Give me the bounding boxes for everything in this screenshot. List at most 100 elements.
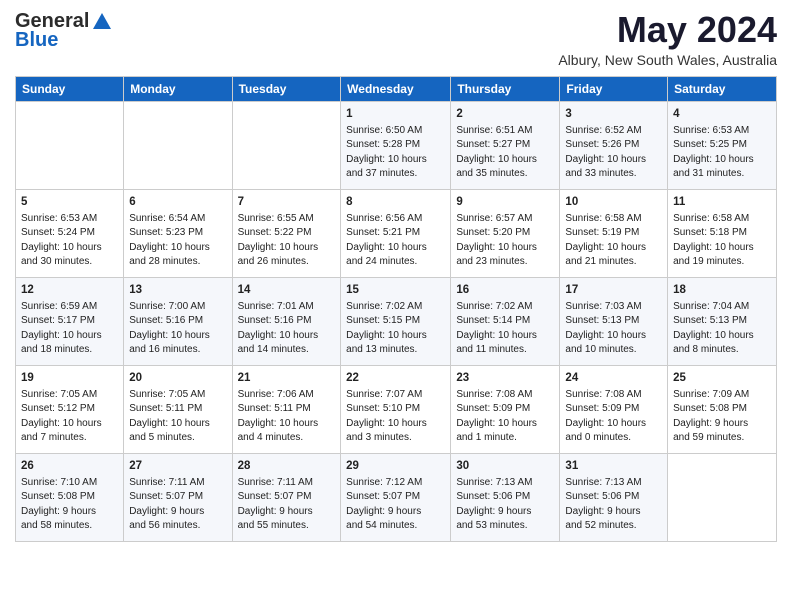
day-number: 9 bbox=[456, 194, 554, 210]
day-info: Sunrise: 7:01 AMSunset: 5:16 PMDaylight:… bbox=[238, 300, 336, 358]
day-info: Sunrise: 6:57 AMSunset: 5:20 PMDaylight:… bbox=[456, 212, 554, 270]
day-number: 10 bbox=[565, 194, 662, 210]
day-info: Sunrise: 7:13 AMSunset: 5:06 PMDaylight:… bbox=[456, 476, 554, 534]
day-info: Sunrise: 6:54 AMSunset: 5:23 PMDaylight:… bbox=[129, 212, 226, 270]
calendar-cell: 17 Sunrise: 7:03 AMSunset: 5:13 PMDayligh… bbox=[560, 277, 668, 365]
calendar-cell: 13Sunrise: 7:00 AMSunset: 5:16 PMDayligh… bbox=[124, 277, 232, 365]
day-number: 24 bbox=[565, 370, 662, 386]
day-number: 14 bbox=[238, 282, 336, 298]
day-number: 1 bbox=[346, 106, 445, 122]
day-number: 23 bbox=[456, 370, 554, 386]
day-info: Sunrise: 7:00 AMSunset: 5:16 PMDaylight:… bbox=[129, 300, 226, 358]
weekday-header-thursday: Thursday bbox=[451, 76, 560, 101]
day-number: 7 bbox=[238, 194, 336, 210]
calendar-table: SundayMondayTuesdayWednesdayThursdayFrid… bbox=[15, 76, 777, 542]
day-info: Sunrise: 7:11 AMSunset: 5:07 PMDaylight:… bbox=[129, 476, 226, 534]
calendar-week-row: 26 Sunrise: 7:10 AMSunset: 5:08 PMDayligh… bbox=[16, 453, 777, 541]
calendar-cell bbox=[232, 101, 341, 189]
calendar-cell: 21Sunrise: 7:06 AMSunset: 5:11 PMDayligh… bbox=[232, 365, 341, 453]
day-info: Sunrise: 6:56 AMSunset: 5:21 PMDaylight:… bbox=[346, 212, 445, 270]
day-info: Sunrise: 7:11 AMSunset: 5:07 PMDaylight:… bbox=[238, 476, 336, 534]
day-info: Sunrise: 6:53 AMSunset: 5:25 PMDaylight:… bbox=[673, 124, 771, 182]
day-info: Sunrise: 6:58 AMSunset: 5:19 PMDaylight:… bbox=[565, 212, 662, 270]
calendar-cell: 2Sunrise: 6:51 AMSunset: 5:27 PMDaylight… bbox=[451, 101, 560, 189]
calendar-cell: 12 Sunrise: 6:59 AMSunset: 5:17 PMDayligh… bbox=[16, 277, 124, 365]
calendar-cell: 20 Sunrise: 7:05 AMSunset: 5:11 PMDayligh… bbox=[124, 365, 232, 453]
calendar-cell: 16 Sunrise: 7:02 AMSunset: 5:14 PMDayligh… bbox=[451, 277, 560, 365]
calendar-week-row: 1 Sunrise: 6:50 AMSunset: 5:28 PMDaylight… bbox=[16, 101, 777, 189]
weekday-header-saturday: Saturday bbox=[668, 76, 777, 101]
calendar-cell: 31Sunrise: 7:13 AMSunset: 5:06 PMDayligh… bbox=[560, 453, 668, 541]
day-info: Sunrise: 6:51 AMSunset: 5:27 PMDaylight:… bbox=[456, 124, 554, 182]
calendar-cell: 28 Sunrise: 7:11 AMSunset: 5:07 PMDayligh… bbox=[232, 453, 341, 541]
day-number: 30 bbox=[456, 458, 554, 474]
title-area: May 2024 Albury, New South Wales, Austra… bbox=[558, 10, 777, 68]
day-info: Sunrise: 6:59 AMSunset: 5:17 PMDaylight:… bbox=[21, 300, 118, 358]
calendar-cell: 6Sunrise: 6:54 AMSunset: 5:23 PMDaylight… bbox=[124, 189, 232, 277]
day-info: Sunrise: 6:52 AMSunset: 5:26 PMDaylight:… bbox=[565, 124, 662, 182]
logo-icon bbox=[91, 11, 113, 33]
day-info: Sunrise: 7:12 AMSunset: 5:07 PMDaylight:… bbox=[346, 476, 445, 534]
day-info: Sunrise: 7:08 AMSunset: 5:09 PMDaylight:… bbox=[565, 388, 662, 446]
calendar-cell bbox=[124, 101, 232, 189]
day-number: 26 bbox=[21, 458, 118, 474]
day-number: 18 bbox=[673, 282, 771, 298]
weekday-header-monday: Monday bbox=[124, 76, 232, 101]
day-number: 5 bbox=[21, 194, 118, 210]
calendar-cell: 25 Sunrise: 7:09 AMSunset: 5:08 PMDayligh… bbox=[668, 365, 777, 453]
header: General Blue May 2024 Albury, New South … bbox=[15, 10, 777, 68]
day-info: Sunrise: 6:58 AMSunset: 5:18 PMDaylight:… bbox=[673, 212, 771, 270]
calendar-cell: 1 Sunrise: 6:50 AMSunset: 5:28 PMDaylight… bbox=[341, 101, 451, 189]
calendar-cell: 5 Sunrise: 6:53 AMSunset: 5:24 PMDaylight… bbox=[16, 189, 124, 277]
calendar-cell: 15Sunrise: 7:02 AMSunset: 5:15 PMDayligh… bbox=[341, 277, 451, 365]
logo: General Blue bbox=[15, 10, 113, 52]
day-info: Sunrise: 7:03 AMSunset: 5:13 PMDaylight:… bbox=[565, 300, 662, 358]
day-number: 16 bbox=[456, 282, 554, 298]
day-number: 28 bbox=[238, 458, 336, 474]
calendar-header-row: SundayMondayTuesdayWednesdayThursdayFrid… bbox=[16, 76, 777, 101]
calendar-cell: 30 Sunrise: 7:13 AMSunset: 5:06 PMDayligh… bbox=[451, 453, 560, 541]
day-number: 11 bbox=[673, 194, 771, 210]
calendar-cell: 22Sunrise: 7:07 AMSunset: 5:10 PMDayligh… bbox=[341, 365, 451, 453]
day-info: Sunrise: 7:07 AMSunset: 5:10 PMDaylight:… bbox=[346, 388, 445, 446]
calendar-cell bbox=[16, 101, 124, 189]
weekday-header-tuesday: Tuesday bbox=[232, 76, 341, 101]
calendar-cell: 26 Sunrise: 7:10 AMSunset: 5:08 PMDayligh… bbox=[16, 453, 124, 541]
subtitle: Albury, New South Wales, Australia bbox=[558, 52, 777, 68]
calendar-week-row: 5 Sunrise: 6:53 AMSunset: 5:24 PMDaylight… bbox=[16, 189, 777, 277]
calendar-cell: 11 Sunrise: 6:58 AMSunset: 5:18 PMDayligh… bbox=[668, 189, 777, 277]
day-number: 3 bbox=[565, 106, 662, 122]
calendar-cell: 10 Sunrise: 6:58 AMSunset: 5:19 PMDayligh… bbox=[560, 189, 668, 277]
page: General Blue May 2024 Albury, New South … bbox=[0, 0, 792, 552]
logo-blue-text: Blue bbox=[15, 29, 58, 52]
day-number: 17 bbox=[565, 282, 662, 298]
day-number: 21 bbox=[238, 370, 336, 386]
calendar-cell bbox=[668, 453, 777, 541]
day-number: 25 bbox=[673, 370, 771, 386]
day-number: 27 bbox=[129, 458, 226, 474]
calendar-cell: 4 Sunrise: 6:53 AMSunset: 5:25 PMDaylight… bbox=[668, 101, 777, 189]
calendar-cell: 19Sunrise: 7:05 AMSunset: 5:12 PMDayligh… bbox=[16, 365, 124, 453]
day-info: Sunrise: 7:09 AMSunset: 5:08 PMDaylight:… bbox=[673, 388, 771, 446]
day-number: 31 bbox=[565, 458, 662, 474]
day-number: 15 bbox=[346, 282, 445, 298]
day-info: Sunrise: 7:08 AMSunset: 5:09 PMDaylight:… bbox=[456, 388, 554, 446]
day-info: Sunrise: 7:05 AMSunset: 5:11 PMDaylight:… bbox=[129, 388, 226, 446]
calendar-cell: 3 Sunrise: 6:52 AMSunset: 5:26 PMDaylight… bbox=[560, 101, 668, 189]
day-info: Sunrise: 7:04 AMSunset: 5:13 PMDaylight:… bbox=[673, 300, 771, 358]
day-info: Sunrise: 6:55 AMSunset: 5:22 PMDaylight:… bbox=[238, 212, 336, 270]
day-number: 20 bbox=[129, 370, 226, 386]
day-number: 4 bbox=[673, 106, 771, 122]
calendar-cell: 23 Sunrise: 7:08 AMSunset: 5:09 PMDayligh… bbox=[451, 365, 560, 453]
day-info: Sunrise: 7:02 AMSunset: 5:14 PMDaylight:… bbox=[456, 300, 554, 358]
weekday-header-sunday: Sunday bbox=[16, 76, 124, 101]
day-info: Sunrise: 7:10 AMSunset: 5:08 PMDaylight:… bbox=[21, 476, 118, 534]
day-info: Sunrise: 6:50 AMSunset: 5:28 PMDaylight:… bbox=[346, 124, 445, 182]
weekday-header-wednesday: Wednesday bbox=[341, 76, 451, 101]
calendar-cell: 7 Sunrise: 6:55 AMSunset: 5:22 PMDaylight… bbox=[232, 189, 341, 277]
calendar-cell: 27 Sunrise: 7:11 AMSunset: 5:07 PMDayligh… bbox=[124, 453, 232, 541]
day-number: 8 bbox=[346, 194, 445, 210]
day-info: Sunrise: 6:53 AMSunset: 5:24 PMDaylight:… bbox=[21, 212, 118, 270]
calendar-cell: 18 Sunrise: 7:04 AMSunset: 5:13 PMDayligh… bbox=[668, 277, 777, 365]
day-number: 12 bbox=[21, 282, 118, 298]
